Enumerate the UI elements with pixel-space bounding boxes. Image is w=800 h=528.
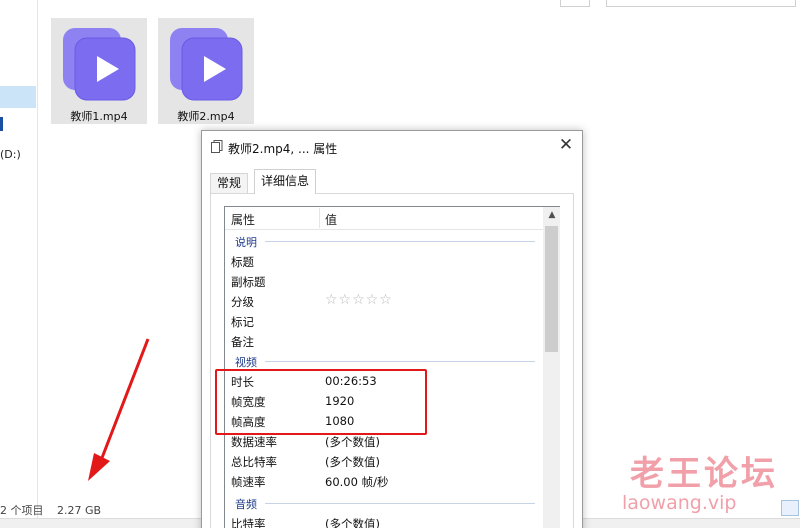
- property-name: 总比特率: [231, 455, 277, 469]
- property-row[interactable]: 比特率 (多个数值): [225, 513, 543, 528]
- search-box-edge[interactable]: [606, 0, 796, 7]
- property-name: 标题: [231, 255, 254, 269]
- toolbar-button-edge[interactable]: [560, 0, 590, 7]
- column-header-property[interactable]: 属性: [231, 211, 255, 228]
- video-file-icon: [170, 28, 243, 101]
- property-row[interactable]: 分级 ☆☆☆☆☆: [225, 291, 543, 311]
- property-value[interactable]: (多个数值): [325, 454, 380, 470]
- tab-details[interactable]: 详细信息: [254, 169, 316, 194]
- property-name: 副标题: [231, 275, 266, 289]
- group-label: 音频: [235, 496, 261, 512]
- tab-general[interactable]: 常规: [210, 173, 248, 193]
- scroll-up-arrow-icon[interactable]: ▲: [543, 207, 560, 224]
- property-name: 备注: [231, 335, 254, 349]
- dialog-titlebar[interactable]: 教师2.mp4, ... 属性 ✕: [202, 131, 582, 162]
- list-header: 属性 值: [225, 207, 543, 230]
- property-row[interactable]: 总比特率 (多个数值): [225, 451, 543, 471]
- nav-item-indicator: [0, 117, 3, 131]
- vertical-scrollbar[interactable]: ▲: [543, 207, 560, 528]
- property-name: 帧速率: [231, 475, 266, 489]
- group-divider: [265, 361, 535, 362]
- red-arrow-annotation: [88, 338, 150, 481]
- group-divider: [265, 241, 535, 242]
- status-bar: 2 个项目 2.27 GB: [0, 502, 111, 518]
- property-row[interactable]: 标记: [225, 311, 543, 331]
- property-name: 比特率: [231, 517, 266, 528]
- nav-selected-item[interactable]: [0, 86, 36, 108]
- nav-drive-label[interactable]: (D:): [0, 148, 21, 161]
- property-row[interactable]: 副标题: [225, 271, 543, 291]
- rating-stars[interactable]: ☆☆☆☆☆: [325, 292, 393, 308]
- status-item-count: 2 个项目: [0, 504, 44, 517]
- property-name: 分级: [231, 295, 254, 309]
- property-row[interactable]: 标题: [225, 251, 543, 271]
- file-name: 教师1.mp4: [70, 110, 128, 123]
- file-item[interactable]: 教师1.mp4: [51, 18, 147, 124]
- group-audio: 音频: [235, 493, 535, 513]
- property-row[interactable]: 备注: [225, 331, 543, 351]
- property-value[interactable]: (多个数值): [325, 516, 380, 528]
- close-button[interactable]: ✕: [554, 135, 578, 157]
- status-selection-size: 2.27 GB: [57, 504, 102, 517]
- group-label: 说明: [235, 234, 261, 250]
- navigation-pane[interactable]: (D:): [0, 0, 38, 528]
- property-name: 标记: [231, 315, 254, 329]
- multiple-files-icon: [211, 140, 223, 153]
- group-video: 视频: [235, 351, 535, 371]
- details-panel: 属性 值 说明 标题 副标题 分级 ☆☆☆☆☆ 标记 备注 视频 时长 00:2…: [210, 193, 574, 528]
- group-divider: [265, 503, 535, 504]
- property-list[interactable]: 属性 值 说明 标题 副标题 分级 ☆☆☆☆☆ 标记 备注 视频 时长 00:2…: [224, 206, 560, 528]
- file-item[interactable]: 教师2.mp4: [158, 18, 254, 124]
- group-description: 说明: [235, 231, 535, 251]
- property-row[interactable]: 帧速率 60.00 帧/秒: [225, 471, 543, 491]
- screen: (D:) 教师1.mp4 教师2.mp4 2 个项目 2.27 GB 教师2.m…: [0, 0, 800, 528]
- property-value[interactable]: 60.00 帧/秒: [325, 474, 388, 490]
- file-name: 教师2.mp4: [177, 110, 235, 123]
- group-label: 视频: [235, 354, 261, 370]
- property-value[interactable]: (多个数值): [325, 434, 380, 450]
- column-divider[interactable]: [319, 208, 320, 228]
- dialog-title: 教师2.mp4, ... 属性: [228, 142, 338, 156]
- video-file-icon: [63, 28, 136, 101]
- scroll-thumb[interactable]: [545, 226, 558, 352]
- watermark: 老王论坛 laowang.vip: [622, 446, 800, 528]
- column-header-value[interactable]: 值: [325, 211, 337, 228]
- properties-dialog[interactable]: 教师2.mp4, ... 属性 ✕ 常规 详细信息 属性 值 说明 标题 副标题…: [201, 130, 583, 528]
- property-name: 数据速率: [231, 435, 277, 449]
- red-highlight-box: [215, 369, 427, 435]
- watermark-text: 老王论坛: [630, 454, 778, 494]
- watermark-url: laowang.vip: [622, 492, 737, 514]
